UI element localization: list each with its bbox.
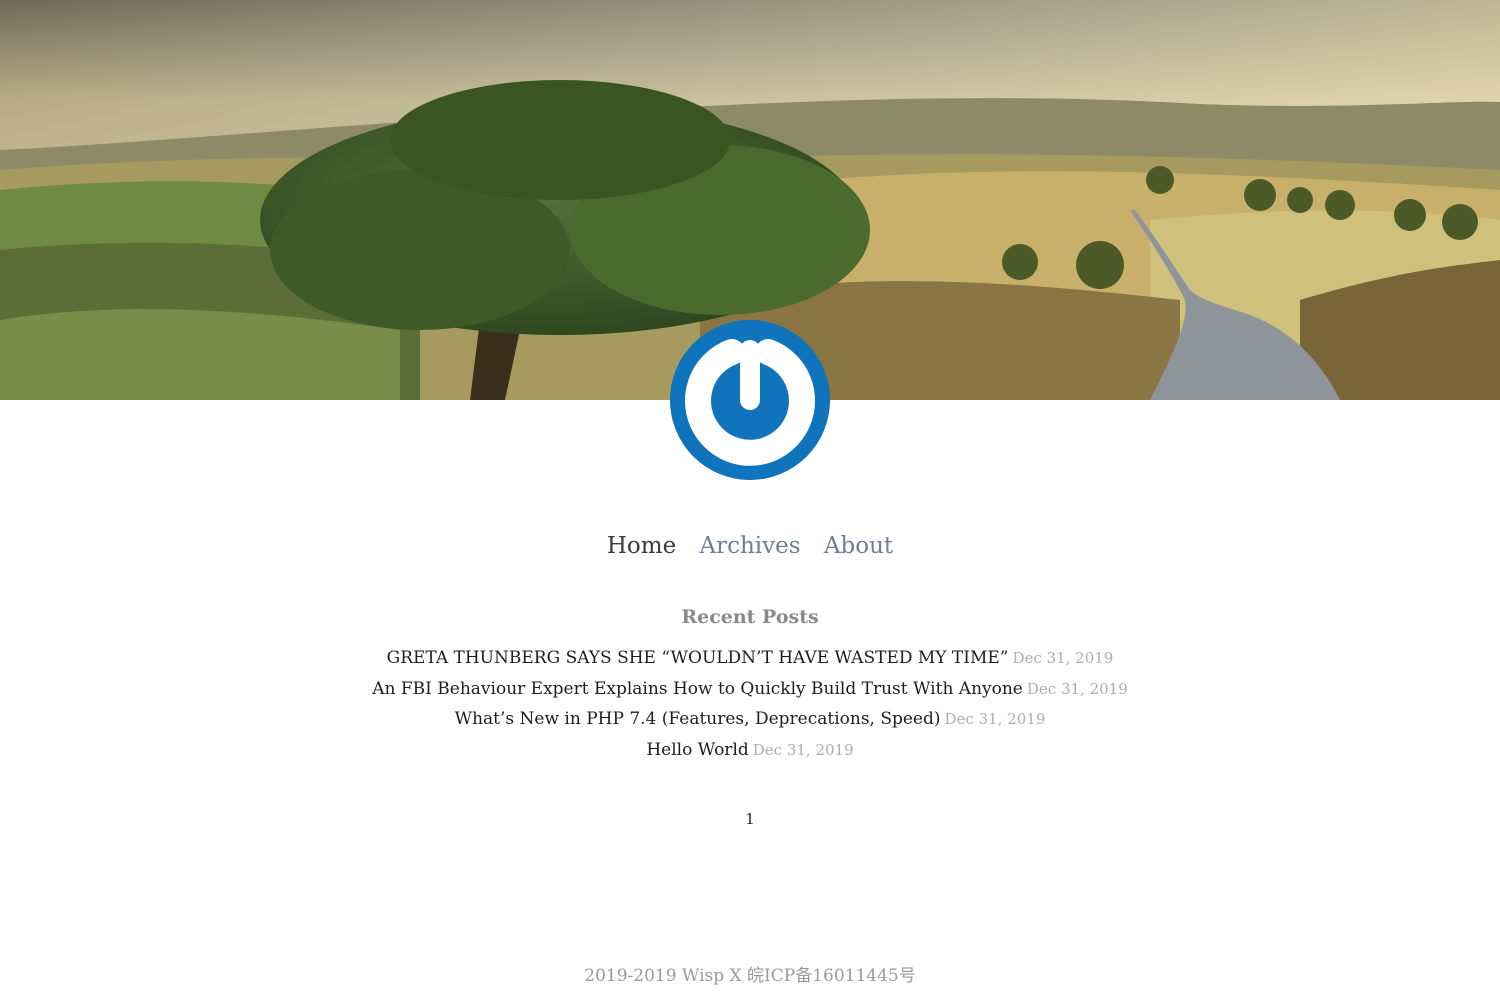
post-title-link[interactable]: Hello World <box>646 740 748 760</box>
nav-about-link[interactable]: About <box>824 533 893 559</box>
main-navigation: Home Archives About <box>0 533 1500 559</box>
post-title-link[interactable]: What’s New in PHP 7.4 (Features, Depreca… <box>455 709 941 729</box>
list-item: What’s New in PHP 7.4 (Features, Depreca… <box>0 704 1500 735</box>
site-footer-text: 2019-2019 Wisp X 皖ICP备16011445号 <box>584 966 916 986</box>
post-title-link[interactable]: GRETA THUNBERG SAYS SHE “WOULDN’T HAVE W… <box>387 648 1009 668</box>
post-date: Dec 31, 2019 <box>752 740 854 759</box>
site-logo-avatar[interactable] <box>670 320 830 480</box>
list-item: Hello World Dec 31, 2019 <box>0 735 1500 766</box>
post-title-link[interactable]: An FBI Behaviour Expert Explains How to … <box>372 679 1023 699</box>
recent-posts-heading: Recent Posts <box>681 606 819 628</box>
list-item: An FBI Behaviour Expert Explains How to … <box>0 674 1500 705</box>
post-date: Dec 31, 2019 <box>1026 679 1128 698</box>
list-item: GRETA THUNBERG SAYS SHE “WOULDN’T HAVE W… <box>0 643 1500 674</box>
post-date: Dec 31, 2019 <box>1012 649 1114 667</box>
nav-archives-link[interactable]: Archives <box>700 533 801 559</box>
nav-home-link[interactable]: Home <box>607 533 676 559</box>
recent-posts-list: GRETA THUNBERG SAYS SHE “WOULDN’T HAVE W… <box>0 643 1500 765</box>
power-logo-icon <box>670 320 830 480</box>
post-date: Dec 31, 2019 <box>944 710 1046 728</box>
pagination-current-page: 1 <box>745 810 755 828</box>
